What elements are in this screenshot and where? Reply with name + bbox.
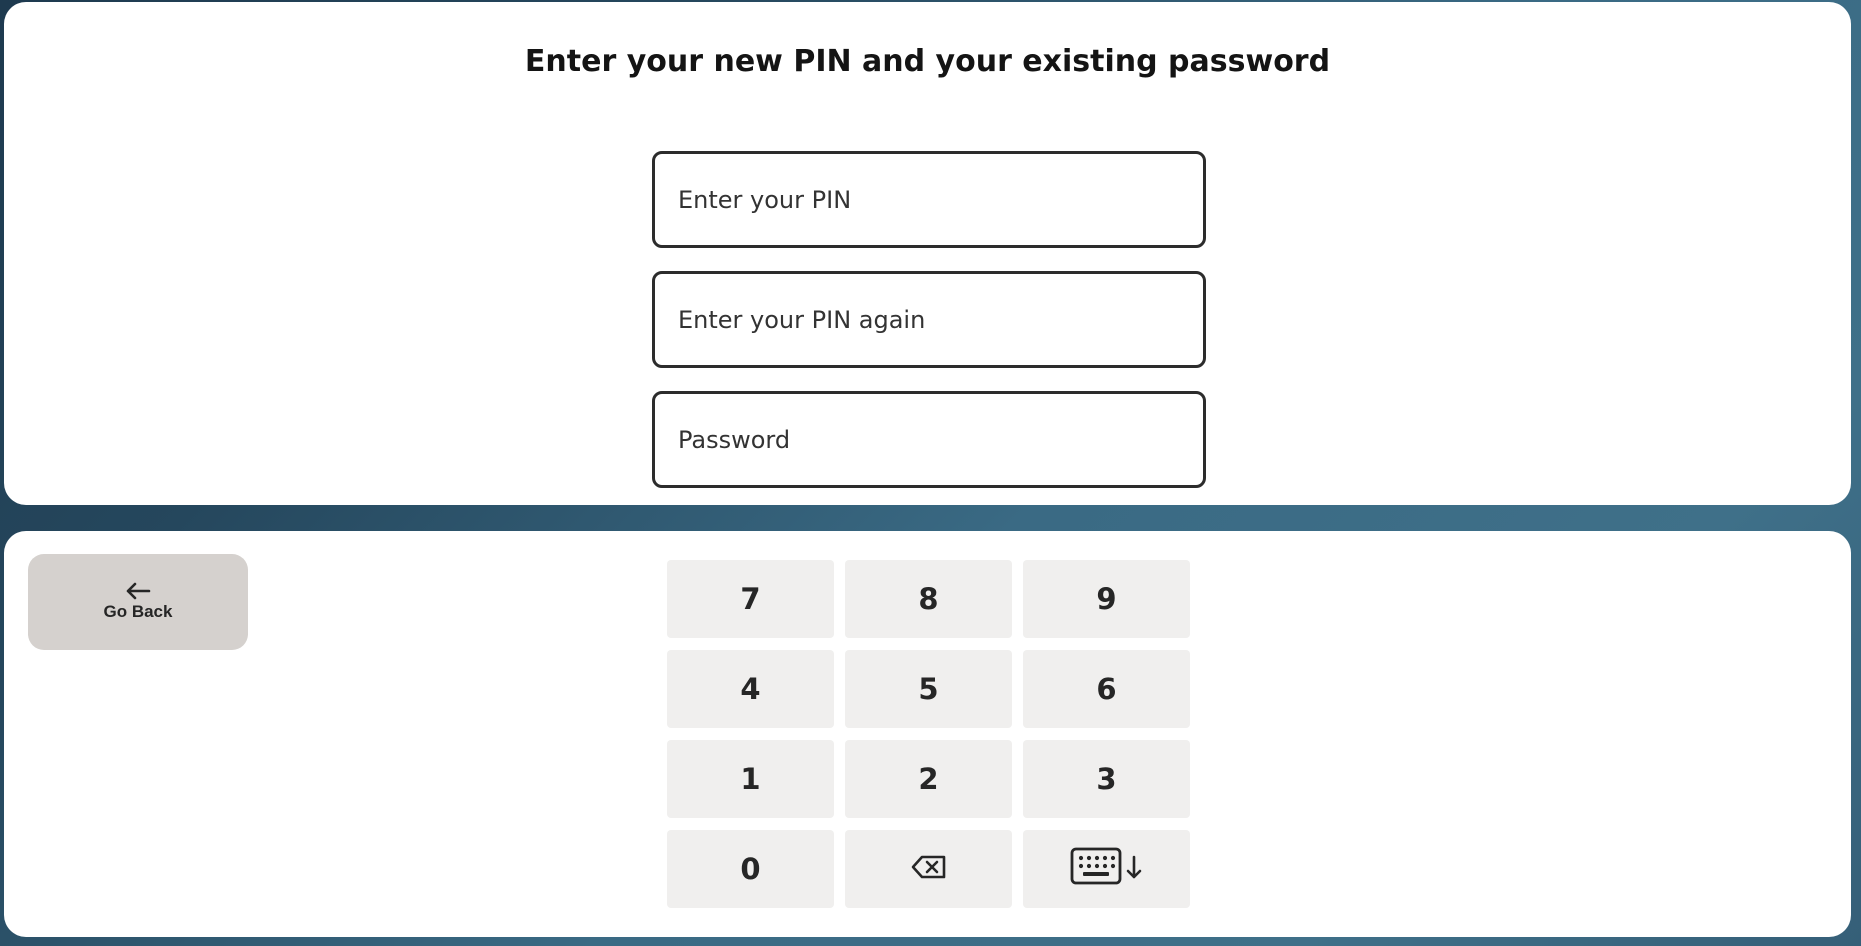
go-back-button[interactable]: Go Back (28, 554, 248, 650)
password-field[interactable] (652, 391, 1206, 488)
pin-again-input[interactable] (655, 274, 1203, 365)
backspace-key[interactable] (845, 830, 1012, 908)
key-2[interactable]: 2 (845, 740, 1012, 818)
key-7[interactable]: 7 (667, 560, 834, 638)
keyboard-hide-icon (1070, 847, 1144, 892)
key-1[interactable]: 1 (667, 740, 834, 818)
keypad-panel: Go Back 7 8 9 4 5 6 1 2 3 0 (4, 531, 1851, 937)
key-6[interactable]: 6 (1023, 650, 1190, 728)
credentials-panel: Enter your new PIN and your existing pas… (4, 2, 1851, 505)
pin-input[interactable] (655, 154, 1203, 245)
page-title: Enter your new PIN and your existing pas… (524, 44, 1331, 79)
password-input[interactable] (655, 394, 1203, 485)
hide-keyboard-key[interactable] (1023, 830, 1190, 908)
go-back-label: Go Back (103, 602, 173, 621)
pin-again-field[interactable] (652, 271, 1206, 368)
key-0[interactable]: 0 (667, 830, 834, 908)
key-3[interactable]: 3 (1023, 740, 1190, 818)
arrow-left-icon (125, 582, 151, 602)
key-9[interactable]: 9 (1023, 560, 1190, 638)
key-8[interactable]: 8 (845, 560, 1012, 638)
key-4[interactable]: 4 (667, 650, 834, 728)
pin-field[interactable] (652, 151, 1206, 248)
key-5[interactable]: 5 (845, 650, 1012, 728)
backspace-icon (911, 852, 947, 886)
